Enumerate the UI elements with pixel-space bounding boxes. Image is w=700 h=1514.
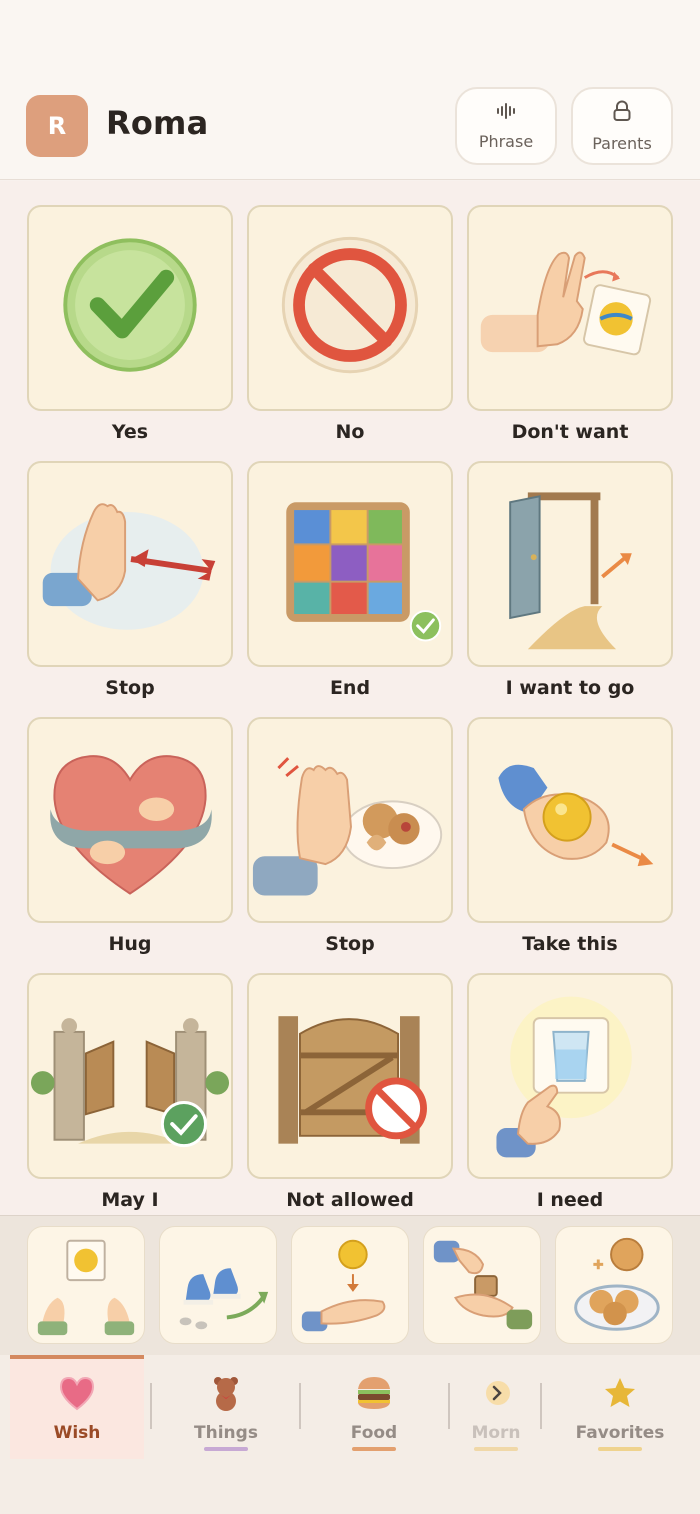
phrase-button-label: Phrase	[478, 131, 534, 151]
teddy-bear-icon	[206, 1373, 246, 1413]
tab-favorites-underline	[598, 1447, 642, 1451]
ball-into-hand-icon	[292, 1227, 408, 1343]
card-stop-cookies-label: Stop	[325, 933, 375, 955]
hands-ball-card-icon	[28, 1227, 144, 1343]
tab-favorites[interactable]: Favorites	[550, 1355, 690, 1459]
tab-food[interactable]: Food	[304, 1355, 444, 1459]
card-i-want-to-go[interactable]	[467, 461, 673, 667]
tab-food-underline	[352, 1447, 396, 1451]
heart-icon	[57, 1373, 97, 1413]
strip-card-3[interactable]	[291, 1226, 409, 1344]
waveform-icon	[496, 102, 516, 124]
phrase-card-grid: Yes No Don't want Stop End I want to go …	[0, 181, 700, 1215]
card-end-label: End	[329, 677, 371, 699]
parents-button[interactable]: Parents	[571, 87, 673, 165]
prohibited-icon	[249, 207, 451, 409]
completed-puzzle-icon	[249, 463, 451, 665]
cookies-plate-icon	[556, 1227, 672, 1343]
tab-things-underline	[204, 1447, 248, 1451]
card-take-this[interactable]	[467, 717, 673, 923]
card-end[interactable]	[247, 461, 453, 667]
card-hug[interactable]	[27, 717, 233, 923]
tab-things[interactable]: Things	[156, 1355, 296, 1459]
strip-card-5[interactable]	[555, 1226, 673, 1344]
tab-morning[interactable]: Morn	[446, 1355, 546, 1459]
strip-card-4[interactable]	[423, 1226, 541, 1344]
app-header: R Roma Phrase Parents	[0, 0, 700, 180]
burger-icon	[354, 1373, 394, 1413]
hugging-heart-icon	[29, 719, 231, 921]
card-i-need[interactable]	[467, 973, 673, 1179]
phrase-button[interactable]: Phrase	[455, 87, 557, 165]
tab-morning-underline	[474, 1447, 518, 1451]
stop-hand-icon	[29, 463, 231, 665]
suggestion-strip	[0, 1215, 700, 1355]
star-icon	[600, 1373, 640, 1413]
profile-name: Roma	[106, 104, 209, 142]
tab-things-label: Things	[194, 1423, 258, 1443]
card-hug-label: Hug	[108, 933, 152, 955]
card-i-need-label: I need	[536, 1189, 604, 1211]
card-dont-want-label: Don't want	[511, 421, 629, 443]
card-stop-cookies[interactable]	[247, 717, 453, 923]
category-tab-bar: Wish Things Food Morn Favorites	[0, 1355, 700, 1514]
passing-block-icon	[424, 1227, 540, 1343]
card-not-allowed-label: Not allowed	[286, 1189, 414, 1211]
card-dont-want[interactable]	[467, 205, 673, 411]
closed-gate-icon	[249, 975, 451, 1177]
card-yes[interactable]	[27, 205, 233, 411]
tab-divider	[150, 1383, 152, 1429]
strip-card-1[interactable]	[27, 1226, 145, 1344]
avatar-letter: R	[47, 112, 67, 140]
tab-wish[interactable]: Wish	[10, 1355, 144, 1459]
hand-giving-ball-icon	[469, 719, 671, 921]
card-no[interactable]	[247, 205, 453, 411]
hand-stop-cookies-icon	[249, 719, 451, 921]
card-may-i[interactable]	[27, 973, 233, 1179]
avatar[interactable]: R	[26, 95, 88, 157]
tab-divider	[299, 1383, 301, 1429]
tab-divider	[540, 1383, 542, 1429]
pointing-water-icon	[469, 975, 671, 1177]
card-take-this-label: Take this	[522, 933, 618, 955]
parents-button-label: Parents	[592, 133, 652, 153]
card-no-label: No	[335, 421, 365, 443]
tab-wish-label: Wish	[53, 1423, 101, 1443]
shoes-walking-icon	[160, 1227, 276, 1343]
card-stop-label: Stop	[105, 677, 155, 699]
card-i-want-to-go-label: I want to go	[505, 677, 635, 699]
sunrise-icon	[476, 1373, 516, 1413]
check-circle-icon	[29, 207, 231, 409]
tab-morning-label: Morn	[471, 1423, 521, 1443]
card-yes-label: Yes	[111, 421, 149, 443]
hand-pushing-away-icon	[469, 207, 671, 409]
tab-food-label: Food	[350, 1423, 398, 1443]
open-gate-icon	[29, 975, 231, 1177]
card-stop[interactable]	[27, 461, 233, 667]
lock-icon	[612, 100, 632, 126]
strip-card-2[interactable]	[159, 1226, 277, 1344]
card-may-i-label: May I	[101, 1189, 159, 1211]
open-door-icon	[469, 463, 671, 665]
card-not-allowed[interactable]	[247, 973, 453, 1179]
tab-favorites-label: Favorites	[575, 1423, 665, 1443]
